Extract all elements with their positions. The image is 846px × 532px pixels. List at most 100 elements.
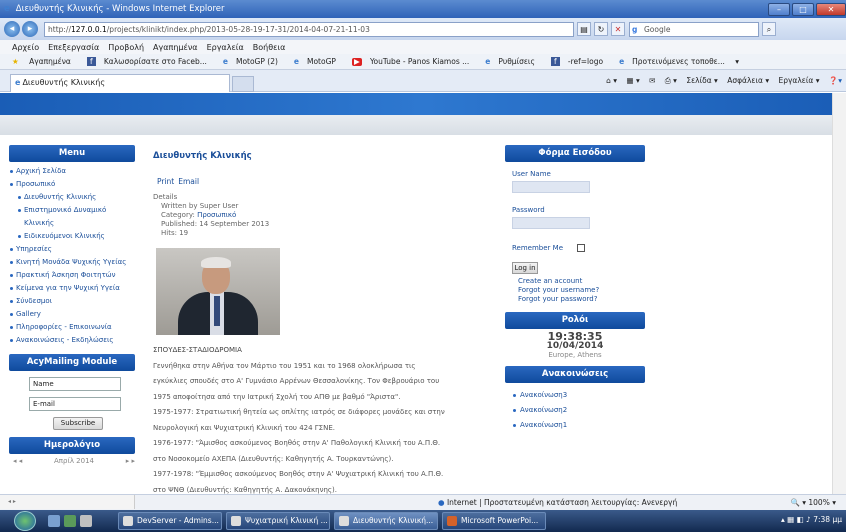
email-link[interactable]: Email bbox=[178, 177, 199, 186]
forgot-password-link[interactable]: Forgot your password? bbox=[518, 295, 645, 304]
menu-item[interactable]: Σύνδεσμοι bbox=[9, 295, 135, 308]
task-director-page[interactable]: Διευθυντής Κλινική... bbox=[334, 512, 438, 530]
url-input[interactable]: http://127.0.0.1/projects/klinikt/index.… bbox=[44, 21, 574, 37]
cmd-tools[interactable]: Εργαλεία ▾ bbox=[778, 76, 819, 85]
close-button[interactable]: ✕ bbox=[816, 2, 846, 16]
ie-icon: e bbox=[485, 57, 491, 66]
category-link[interactable]: Προσωπικό bbox=[197, 211, 236, 219]
back-button[interactable]: ◂ bbox=[4, 21, 20, 37]
cmd-page[interactable]: Σελίδα ▾ bbox=[686, 76, 717, 85]
menu-item[interactable]: Πληροφορίες - Επικοινωνία bbox=[9, 321, 135, 334]
bio-line: 1975 αποφοίτησα από την Ιατρική Σχολή το… bbox=[153, 392, 401, 401]
forgot-username-link[interactable]: Forgot your username? bbox=[518, 286, 645, 295]
subscribe-button[interactable]: Subscribe bbox=[53, 417, 103, 430]
fav-settings[interactable]: e Ρυθμίσεις bbox=[485, 57, 543, 66]
calendar-next[interactable]: ▸ ▸ bbox=[126, 457, 135, 465]
address-bar: ◂ ▸ http://127.0.0.1/projects/klinikt/in… bbox=[0, 18, 846, 40]
menu-help[interactable]: Βοήθεια bbox=[253, 43, 286, 52]
menu-item[interactable]: Κινητή Μονάδα Ψυχικής Υγείας bbox=[9, 256, 135, 269]
acy-email-input[interactable]: E-mail bbox=[29, 397, 121, 411]
fav-motogp[interactable]: e MotoGP bbox=[294, 57, 344, 66]
menu-item[interactable]: Ειδικευόμενοι Κλινικής bbox=[9, 230, 135, 243]
task-powerpoint[interactable]: Microsoft PowerPoi... bbox=[442, 512, 546, 530]
help-icon[interactable]: ❓▾ bbox=[829, 76, 842, 85]
fav-ref-logo[interactable]: f -ref=logo bbox=[550, 57, 611, 66]
forward-button[interactable]: ▸ bbox=[22, 21, 38, 37]
announcement-link[interactable]: Ανακοίνωση2 bbox=[505, 403, 645, 418]
task-psychiatric-clinic[interactable]: Ψυχιατρική Κλινική ... bbox=[226, 512, 330, 530]
ie-icon: e bbox=[4, 4, 10, 14]
stop-icon[interactable]: ✕ bbox=[611, 22, 625, 36]
fav-youtube[interactable]: ▶ YouTube - Panos Kiamos ... bbox=[351, 57, 477, 66]
new-tab-button[interactable] bbox=[232, 76, 254, 92]
tray-icons[interactable]: ▴ ▦ ◧ ♪ bbox=[781, 515, 813, 524]
bio-line: εγκύκλιες σπουδές στο Α' Γυμνάσιο Αρρένω… bbox=[153, 377, 440, 385]
search-icon[interactable]: ⌕ bbox=[762, 22, 776, 36]
menu-edit[interactable]: Επεξεργασία bbox=[48, 43, 99, 52]
quicklaunch-desktop-icon[interactable] bbox=[64, 515, 76, 527]
menu-item[interactable]: Ανακοινώσεις - Εκδηλώσεις bbox=[9, 334, 135, 347]
remember-row: Remember Me bbox=[512, 244, 645, 252]
clock-zone: Europe, Athens bbox=[548, 351, 602, 359]
bio-line: 1977-1978: "Έμμισθος ασκούμενος Βοηθός σ… bbox=[153, 470, 444, 478]
facebook-icon: f bbox=[86, 57, 96, 66]
fav-suggested[interactable]: e Προτεινόμενες τοποθε... ▾ bbox=[619, 57, 739, 66]
calendar-title: Ημερολόγιο bbox=[9, 437, 135, 454]
print-link[interactable]: Print bbox=[157, 177, 174, 186]
minimize-button[interactable]: – bbox=[768, 2, 790, 16]
quicklaunch-ie-icon[interactable] bbox=[48, 515, 60, 527]
menu-file[interactable]: Αρχείο bbox=[12, 43, 39, 52]
menu-item[interactable]: Επιστημονικό Δυναμικό Κλινικής bbox=[9, 204, 135, 230]
published-date: Published: 14 September 2013 bbox=[161, 220, 270, 228]
cmd-safety[interactable]: Ασφάλεια ▾ bbox=[727, 76, 769, 85]
remember-checkbox[interactable] bbox=[577, 244, 585, 252]
announcement-link[interactable]: Ανακοίνωση1 bbox=[505, 418, 645, 433]
tray-clock[interactable]: 7:38 μμ bbox=[813, 515, 842, 524]
bio-line: ΣΠΟΥΔΕΣ-ΣΤΑΔΙΟΔΡΟΜΙΑ bbox=[153, 346, 242, 354]
maximize-button[interactable]: □ bbox=[792, 2, 814, 16]
search-input[interactable]: g Google bbox=[629, 21, 759, 37]
task-devserver[interactable]: DevServer - Admins... bbox=[118, 512, 222, 530]
site-subbanner bbox=[0, 115, 846, 135]
horizontal-scrollbar[interactable]: ◂ ▸ bbox=[0, 495, 135, 509]
acy-name-input[interactable]: Name bbox=[29, 377, 121, 391]
compatibility-icon[interactable]: ▤ bbox=[577, 22, 591, 36]
menu-item[interactable]: Κείμενα για την Ψυχική Υγεία bbox=[9, 282, 135, 295]
login-button[interactable]: Log in bbox=[512, 262, 538, 274]
menu-tools[interactable]: Εργαλεία bbox=[207, 43, 244, 52]
favorites-button[interactable]: ★ Αγαπημένα bbox=[12, 57, 79, 66]
fav-motogp-2[interactable]: e MotoGP (2) bbox=[223, 57, 286, 66]
menu-item[interactable]: Διευθυντής Κλινικής bbox=[9, 191, 135, 204]
menu-favorites[interactable]: Αγαπημένα bbox=[153, 43, 198, 52]
start-button[interactable] bbox=[14, 511, 36, 531]
mail-icon[interactable]: ✉ bbox=[649, 76, 655, 85]
menu-item[interactable]: Προσωπικό bbox=[9, 178, 135, 191]
password-input[interactable] bbox=[512, 217, 590, 229]
site-banner bbox=[0, 93, 846, 115]
calendar-prev[interactable]: ◂ ◂ bbox=[13, 457, 22, 465]
password-label: Password bbox=[512, 206, 545, 214]
create-account-link[interactable]: Create an account bbox=[518, 277, 645, 286]
facebook-icon: f bbox=[550, 57, 560, 66]
article-title[interactable]: Διευθυντής Κλινικής bbox=[153, 151, 483, 161]
print-icon[interactable]: ⎙ ▾ bbox=[665, 76, 677, 85]
windows-taskbar: DevServer - Admins... Ψυχιατρική Κλινική… bbox=[0, 510, 846, 532]
username-input[interactable] bbox=[512, 181, 590, 193]
menu-item[interactable]: Πρακτική Άσκηση Φοιτητών bbox=[9, 269, 135, 282]
tab-bar: e Διευθυντής Κλινικής ⌂ ▾ ▦ ▾ ✉ ⎙ ▾ Σελίδ… bbox=[0, 70, 846, 92]
tab-current[interactable]: e Διευθυντής Κλινικής bbox=[10, 74, 230, 92]
quicklaunch-folder-icon[interactable] bbox=[80, 515, 92, 527]
article-tools: Print Email bbox=[153, 177, 483, 186]
home-icon[interactable]: ⌂ ▾ bbox=[606, 76, 617, 85]
menu-item[interactable]: Gallery bbox=[9, 308, 135, 321]
refresh-icon[interactable]: ↻ bbox=[594, 22, 608, 36]
fav-facebook[interactable]: f Καλωσορίσατε στο Faceb... bbox=[86, 57, 215, 66]
favorites-bar: ★ Αγαπημένα f Καλωσορίσατε στο Faceb... e… bbox=[0, 54, 846, 70]
vertical-scrollbar[interactable] bbox=[832, 93, 846, 494]
feeds-icon[interactable]: ▦ ▾ bbox=[626, 76, 639, 85]
zoom-control[interactable]: 🔍 ▾ 100% ▾ bbox=[791, 498, 836, 507]
menu-item[interactable]: Υπηρεσίες bbox=[9, 243, 135, 256]
menu-view[interactable]: Προβολή bbox=[108, 43, 144, 52]
announcement-link[interactable]: Ανακοίνωση3 bbox=[505, 388, 645, 403]
menu-item[interactable]: Αρχική Σελίδα bbox=[9, 165, 135, 178]
